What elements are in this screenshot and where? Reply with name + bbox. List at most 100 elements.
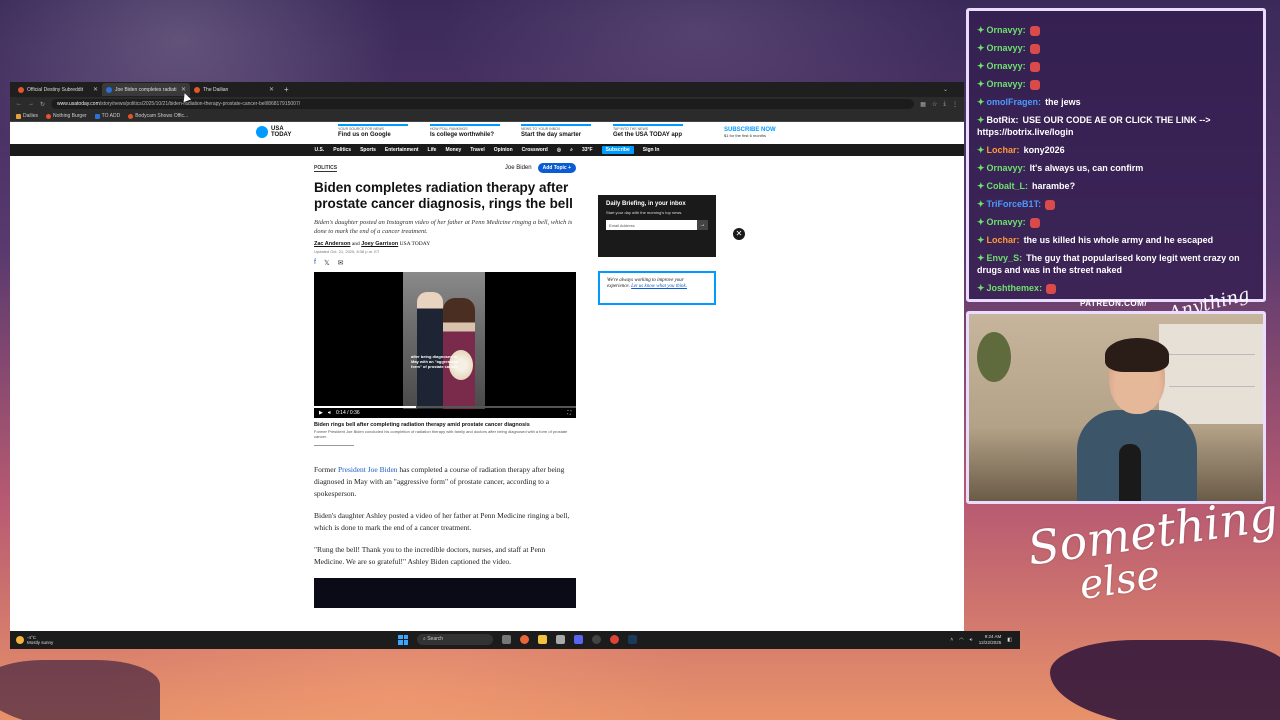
sign-in-link[interactable]: Sign In <box>643 147 660 153</box>
bookmark-item[interactable]: Bodycam Shows Offic... <box>128 113 188 119</box>
bookmark-item[interactable]: Dailies <box>16 113 38 119</box>
usatoday-logo[interactable]: USA TODAY <box>256 126 291 138</box>
subscribe-button[interactable]: Subscribe <box>601 146 634 154</box>
promo-app[interactable]: Tap into the news Get the USA TODAY app <box>613 124 693 138</box>
url-field[interactable]: www.usatoday.com /story/news/politics/20… <box>51 99 915 109</box>
chat-username[interactable]: Ornavyy: <box>987 43 1026 53</box>
add-topic-button[interactable]: Add Topic + <box>537 163 576 173</box>
author-link[interactable]: Joey Garrison <box>361 241 398 247</box>
volume-icon[interactable]: 🔉︎ <box>970 637 973 643</box>
tab-label: Joe Biden completes radiati <box>115 86 177 93</box>
bookmark-item[interactable]: TO ADD <box>94 113 120 119</box>
promo-college[interactable]: How poll rankings Is college worthwhile? <box>430 124 510 138</box>
discord-icon[interactable] <box>574 635 583 644</box>
topic-label: Joe Biden <box>504 165 532 171</box>
bookmark-star-icon[interactable]: ☆ <box>932 101 937 108</box>
president-joe-biden-link[interactable]: President Joe Biden <box>338 465 398 474</box>
tab-usatoday-article[interactable]: Joe Biden completes radiati ✕ <box>102 83 190 96</box>
chevron-up-icon[interactable]: ˄ <box>950 637 953 643</box>
chat-message: ✦ Ornavyy: <box>977 21 1257 39</box>
chat-username[interactable]: Ornavyy: <box>987 25 1026 35</box>
byline-and: and <box>351 241 360 247</box>
chat-username[interactable]: Ornavyy: <box>987 61 1026 71</box>
nav-life[interactable]: Life <box>428 147 437 153</box>
clock[interactable]: 9:24 AM 12/22/2025 <box>979 634 1002 646</box>
new-tab-button[interactable]: + <box>284 85 289 94</box>
firefox-icon[interactable] <box>520 635 529 644</box>
play-icon[interactable]: ▶ <box>319 410 323 416</box>
video-time: 0:14 / 0:36 <box>336 410 360 416</box>
file-explorer-icon[interactable] <box>538 635 547 644</box>
emote-icon <box>1046 283 1057 294</box>
nav-money[interactable]: Money <box>445 147 461 153</box>
patreon-label: PATREON.COM/ <box>1080 299 1148 308</box>
logo-text: USA TODAY <box>271 126 291 138</box>
nav-us[interactable]: U.S. <box>315 147 325 153</box>
chat-username[interactable]: Ornavyy: <box>987 79 1026 89</box>
x-icon[interactable]: 𝕏 <box>324 259 330 267</box>
chat-username[interactable]: Lochar: <box>987 235 1020 245</box>
weather-temp[interactable]: 33°F <box>582 147 593 153</box>
notification-icon[interactable]: ◧ <box>1007 637 1012 643</box>
badge-icon: ✦ <box>977 235 985 245</box>
promo-newsletter[interactable]: News to your inbox Start the day smarter <box>521 124 601 138</box>
chat-username[interactable]: Envy_S: <box>987 253 1023 263</box>
author-link[interactable]: Zac Anderson <box>314 241 350 247</box>
chat-username[interactable]: Ornavyy: <box>987 163 1026 173</box>
nav-opinion[interactable]: Opinion <box>494 147 513 153</box>
arrow-right-icon[interactable]: → <box>697 220 708 230</box>
close-icon[interactable]: ✕ <box>93 86 98 93</box>
chat-username[interactable]: TriForceB1T: <box>987 199 1042 209</box>
facebook-icon[interactable]: f <box>314 259 316 267</box>
menu-icon[interactable]: ⋮ <box>952 101 958 108</box>
video-overlay-text: after being diagnosed in May with an "ag… <box>411 354 459 369</box>
bookmark-item[interactable]: Nothing Burger <box>46 113 87 119</box>
chat-username[interactable]: Joshthemex: <box>987 283 1043 293</box>
windows-start-icon[interactable] <box>398 634 408 645</box>
chat-username[interactable]: Cobalt_L: <box>987 181 1029 191</box>
nav-sports[interactable]: Sports <box>360 147 376 153</box>
volume-icon[interactable]: 🔊︎ <box>328 410 331 416</box>
tab-destiny-subreddit[interactable]: Official Destiny Subreddit ✕ <box>14 83 102 96</box>
nav-politics[interactable]: Politics <box>333 147 351 153</box>
category-link[interactable]: POLITICS <box>314 165 338 172</box>
steam-icon[interactable] <box>628 635 637 644</box>
nav-travel[interactable]: Travel <box>470 147 484 153</box>
download-icon[interactable]: ⤓ <box>943 101 946 108</box>
chat-message: ✦ BotRix: USE OUR CODE AE OR CLICK THE LIN… <box>977 114 1257 138</box>
chat-username[interactable]: Lochar: <box>987 145 1020 155</box>
chat-username[interactable]: omolFragen: <box>987 97 1042 107</box>
weather-text: -4°C Mostly sunny <box>27 635 53 645</box>
network-icon[interactable]: ◠ <box>959 637 963 643</box>
taskbar-search[interactable]: ⌕ Search <box>417 634 493 645</box>
chat-app-icon[interactable] <box>556 635 565 644</box>
nav-entertainment[interactable]: Entertainment <box>385 147 419 153</box>
chat-username[interactable]: BotRix: <box>987 115 1019 125</box>
feedback-link[interactable]: Let us know what you think. <box>631 284 687 289</box>
back-icon[interactable]: ← <box>16 101 22 107</box>
nav-crossword[interactable]: Crossword <box>522 147 548 153</box>
extensions-icon[interactable]: ▦ <box>920 101 926 108</box>
email-icon[interactable]: ✉ <box>338 259 344 267</box>
search-icon[interactable]: ⌕ <box>570 147 573 153</box>
weather-widget[interactable]: -4°C Mostly sunny <box>16 635 53 645</box>
reload-icon[interactable]: ↻ <box>40 101 45 108</box>
logo-line2: TODAY <box>271 132 292 138</box>
tab-dailian[interactable]: The Dailian ✕ <box>190 83 278 96</box>
forward-icon[interactable]: → <box>28 101 34 107</box>
task-view-icon[interactable] <box>502 635 511 644</box>
close-icon[interactable]: ✕ <box>269 86 274 93</box>
chrome-icon[interactable] <box>610 635 619 644</box>
chat-username[interactable]: Ornavyy: <box>987 217 1026 227</box>
close-icon[interactable]: ✕ <box>733 228 745 240</box>
promo-google[interactable]: Your source for news Find us on Google <box>338 124 418 138</box>
chevron-down-icon[interactable]: ⌄ <box>943 86 948 93</box>
fullscreen-icon[interactable]: ⛶ <box>567 410 571 416</box>
url-path: /story/news/politics/2025/10/21/biden-ra… <box>99 101 301 107</box>
email-field[interactable]: Email Address <box>606 220 697 230</box>
games-icon[interactable]: ◎ <box>557 147 561 153</box>
folder-icon <box>16 113 21 119</box>
subscribe-now-link[interactable]: SUBSCRIBE NOW $1 for the first 6 months <box>724 126 804 138</box>
video-player[interactable]: after being diagnosed in May with an "ag… <box>314 272 576 418</box>
obs-icon[interactable] <box>592 635 601 644</box>
